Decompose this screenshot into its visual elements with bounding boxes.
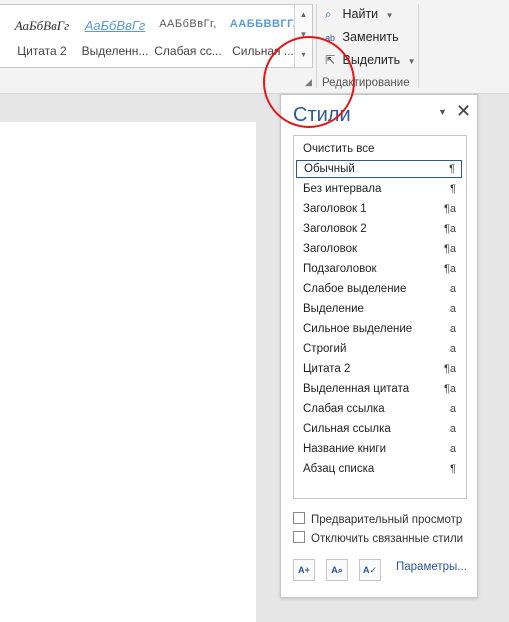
style-type-icon: a bbox=[449, 303, 456, 315]
close-icon[interactable]: ✕ bbox=[456, 101, 471, 122]
style-inspector-button[interactable]: A⌕ bbox=[326, 559, 348, 581]
style-item-label: Сильная ссылка bbox=[303, 423, 391, 435]
checkbox-icon bbox=[293, 512, 305, 524]
style-label: Цитата 2 bbox=[17, 44, 67, 58]
style-type-icon: ¶a bbox=[443, 383, 456, 395]
style-item[interactable]: Сильное выделение a bbox=[296, 320, 462, 338]
style-type-icon: a bbox=[449, 343, 456, 355]
style-item[interactable]: Очистить все bbox=[296, 140, 462, 158]
document-page[interactable] bbox=[0, 122, 256, 622]
style-item[interactable]: Подзаголовок ¶a bbox=[296, 260, 462, 278]
style-type-icon: a bbox=[449, 283, 456, 295]
style-item-label: Выделенная цитата bbox=[303, 383, 410, 395]
style-item[interactable]: Слабая ссылка a bbox=[296, 400, 462, 418]
search-icon: ⌕ bbox=[325, 7, 332, 21]
style-item-label: Заголовок 2 bbox=[303, 223, 367, 235]
group-divider bbox=[418, 4, 419, 88]
style-item-label: Подзаголовок bbox=[303, 263, 377, 275]
gallery-style-quote2[interactable]: АаБбВвГг Цитата 2 bbox=[7, 5, 77, 65]
styles-gallery: АаБбВвГг Цитата 2 АаБбВвГг Выделенн... А… bbox=[0, 4, 313, 68]
style-type-icon: ¶a bbox=[443, 203, 456, 215]
style-label: Слабая сс... bbox=[154, 44, 222, 58]
scroll-up-icon[interactable]: ▲ bbox=[295, 5, 312, 25]
style-type-icon: a bbox=[449, 423, 456, 435]
pane-options-icon[interactable]: ▼ bbox=[438, 107, 447, 117]
style-sample: АаБбВвГг bbox=[14, 18, 70, 33]
highlight-circle bbox=[263, 36, 355, 128]
options-link[interactable]: Параметры... bbox=[396, 561, 467, 573]
style-type-icon: ¶a bbox=[443, 363, 456, 375]
style-item[interactable]: Абзац списка ¶ bbox=[296, 460, 462, 478]
preview-checkbox[interactable]: Предварительный просмотр bbox=[293, 512, 462, 528]
style-item[interactable]: Без интервала ¶ bbox=[296, 180, 462, 198]
style-type-icon: ¶a bbox=[443, 243, 456, 255]
style-item-label: Заголовок bbox=[303, 243, 358, 255]
chevron-down-icon: ▼ bbox=[407, 57, 416, 66]
checkbox-icon bbox=[293, 531, 305, 543]
style-type-icon: a bbox=[449, 443, 456, 455]
style-type-icon: ¶ bbox=[450, 183, 456, 195]
disable-linked-styles-checkbox[interactable]: Отключить связанные стили bbox=[293, 531, 463, 547]
style-type-icon: ¶a bbox=[443, 223, 456, 235]
styles-pane: Стили ▼ ✕ Очистить все Обычный ¶ Без интерв… bbox=[280, 94, 478, 598]
style-type-icon: a bbox=[449, 403, 456, 415]
style-item[interactable]: Слабое выделение a bbox=[296, 280, 462, 298]
preview-label: Предварительный просмотр bbox=[311, 514, 463, 526]
style-item[interactable]: Заголовок 2 ¶a bbox=[296, 220, 462, 238]
style-item-label: Цитата 2 bbox=[303, 363, 351, 375]
style-sample: АаБбВвГг bbox=[84, 18, 146, 33]
style-type-icon: ¶ bbox=[449, 163, 455, 175]
styles-list: Очистить все Обычный ¶ Без интервала ¶ Заголо… bbox=[293, 135, 467, 499]
style-type-icon: a bbox=[449, 323, 456, 335]
style-item-label: Название книги bbox=[303, 443, 387, 455]
style-item[interactable]: Заголовок 1 ¶a bbox=[296, 200, 462, 218]
style-item-label: Обычный bbox=[304, 163, 355, 175]
style-sample: ААБбВвГг, bbox=[159, 18, 217, 30]
disable-linked-label: Отключить связанные стили bbox=[311, 533, 464, 545]
style-type-icon: ¶a bbox=[443, 263, 456, 275]
find-label: Найти bbox=[342, 7, 379, 21]
style-item-label: Строгий bbox=[303, 343, 347, 355]
replace-label: Заменить bbox=[342, 30, 399, 44]
gallery-style-intense-quote[interactable]: АаБбВвГг Выделенн... bbox=[80, 5, 150, 65]
manage-styles-icon: A✓ bbox=[362, 565, 378, 575]
style-item-label: Заголовок 1 bbox=[303, 203, 367, 215]
style-item[interactable]: Выделение a bbox=[296, 300, 462, 318]
style-item-label: Слабая ссылка bbox=[303, 403, 385, 415]
style-item[interactable]: Заголовок ¶a bbox=[296, 240, 462, 258]
style-item-label: Слабое выделение bbox=[303, 283, 407, 295]
style-item-label: Сильное выделение bbox=[303, 323, 413, 335]
style-item[interactable]: Цитата 2 ¶a bbox=[296, 360, 462, 378]
gallery-style-subtle-reference[interactable]: ААБбВвГг, Слабая сс... bbox=[153, 5, 223, 65]
style-item-label: Выделение bbox=[303, 303, 364, 315]
style-item[interactable]: Название книги a bbox=[296, 440, 462, 458]
style-inspector-icon: A⌕ bbox=[331, 565, 343, 575]
new-style-icon: A+ bbox=[298, 565, 310, 575]
chevron-down-icon: ▼ bbox=[385, 11, 394, 20]
style-item[interactable]: Сильная ссылка a bbox=[296, 420, 462, 438]
style-item-label: Абзац списка bbox=[303, 463, 375, 475]
replace-button[interactable]: ab Заменить bbox=[325, 28, 399, 46]
style-item[interactable]: Строгий a bbox=[296, 340, 462, 358]
new-style-button[interactable]: A+ bbox=[293, 559, 315, 581]
find-button[interactable]: ⌕ Найти ▼ bbox=[325, 5, 394, 23]
style-item[interactable]: Выделенная цитата ¶a bbox=[296, 380, 462, 398]
style-item-label: Без интервала bbox=[303, 183, 382, 195]
style-label: Выделенн... bbox=[81, 44, 149, 58]
style-sample: ААББВВГГ, bbox=[229, 18, 297, 30]
style-item-label: Очистить все bbox=[303, 143, 375, 155]
manage-styles-button[interactable]: A✓ bbox=[359, 559, 381, 581]
ribbon: АаБбВвГг Цитата 2 АаБбВвГг Выделенн... А… bbox=[0, 0, 509, 94]
style-type-icon: ¶ bbox=[450, 463, 456, 475]
style-item[interactable]: Обычный ¶ bbox=[296, 160, 462, 178]
